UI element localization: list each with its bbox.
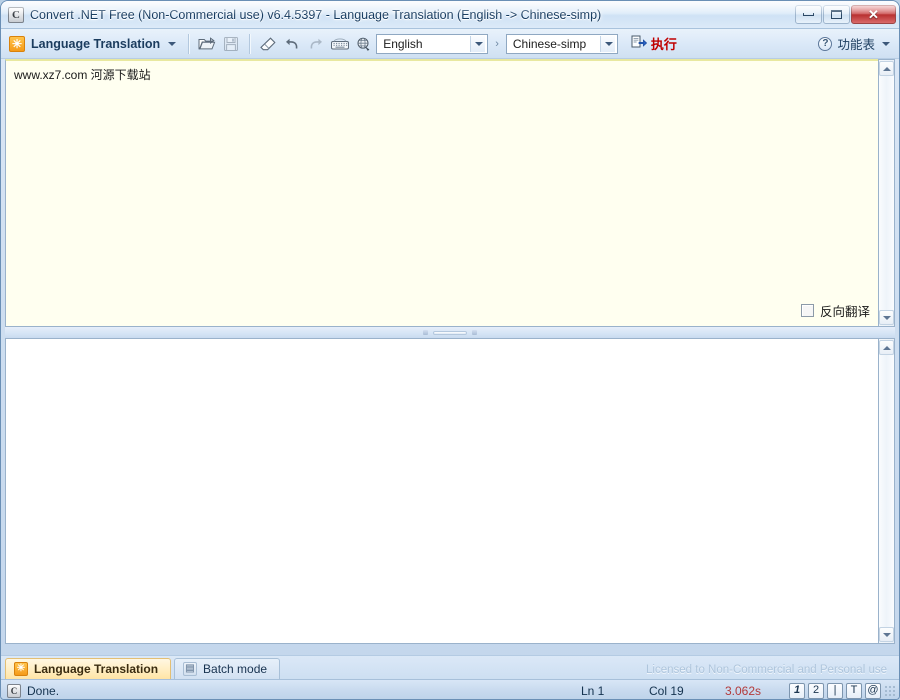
reverse-translate-label: 反向翻译	[819, 305, 870, 319]
tab-label: Language Translation	[34, 662, 159, 676]
chevron-down-icon	[882, 41, 890, 46]
tab-batch-mode[interactable]: ▤ Batch mode	[174, 658, 281, 679]
execute-icon	[631, 34, 647, 54]
source-vertical-scrollbar[interactable]	[878, 59, 895, 327]
splitter-grip-dot	[472, 330, 477, 335]
source-pane: www.xz7.com 河源下载站 反向翻译	[5, 59, 895, 327]
status-bar: C Done. Ln 1 Col 19 3.062s 1 2 | T @	[1, 679, 899, 699]
open-file-icon[interactable]	[195, 33, 219, 55]
title-bar[interactable]: C Convert .NET Free (Non-Commercial use)…	[1, 1, 899, 29]
license-text: Licensed to Non-Commercial and Personal …	[646, 664, 887, 676]
tab-label: Batch mode	[203, 662, 268, 676]
save-file-icon[interactable]	[219, 33, 243, 55]
status-line-indicator: Ln 1	[581, 683, 605, 698]
status-toggle-buttons: 1 2 | T @	[789, 682, 881, 699]
source-editor-text: www.xz7.com 河源下载站	[14, 68, 151, 82]
reverse-translate-row[interactable]: 反向翻译	[800, 301, 870, 320]
chevron-down-icon[interactable]	[599, 35, 615, 52]
splitter-grip-dot	[423, 330, 428, 335]
pane-splitter[interactable]	[5, 327, 895, 338]
scroll-down-icon[interactable]	[879, 310, 894, 325]
chevron-down-icon[interactable]	[470, 35, 486, 52]
source-language-select[interactable]: English	[376, 33, 489, 54]
source-editor[interactable]: www.xz7.com 河源下载站 反向翻译	[5, 59, 878, 327]
status-button-1[interactable]: 1	[789, 682, 805, 699]
redo-icon[interactable]	[304, 33, 328, 55]
source-language-value: English	[383, 36, 423, 51]
status-column-indicator: Col 19	[649, 683, 684, 698]
toolbar: ✳ Language Translation English › Chinese…	[1, 29, 899, 59]
module-label: Language Translation	[31, 36, 161, 51]
editor-panes: www.xz7.com 河源下载站 反向翻译	[1, 59, 899, 655]
window-controls: ✕	[794, 5, 896, 24]
resize-grip-icon[interactable]	[884, 685, 896, 697]
status-button-2[interactable]: 2	[808, 682, 824, 699]
module-selector-button[interactable]: ✳ Language Translation	[5, 34, 182, 54]
app-icon: C	[8, 6, 24, 23]
keyboard-icon[interactable]	[328, 33, 352, 55]
application-window: C Convert .NET Free (Non-Commercial use)…	[0, 0, 900, 700]
minimize-button[interactable]	[795, 5, 822, 24]
target-language-value: Chinese-simp	[512, 36, 587, 51]
result-pane	[5, 338, 895, 644]
status-button-at[interactable]: @	[865, 682, 881, 699]
scroll-up-icon[interactable]	[879, 61, 894, 76]
execute-button[interactable]: 执行	[626, 33, 682, 55]
module-icon: ✳	[9, 35, 25, 52]
status-message: Done.	[27, 683, 60, 698]
chevron-down-icon	[168, 41, 177, 46]
window-title: Convert .NET Free (Non-Commercial use) v…	[30, 7, 602, 22]
undo-icon[interactable]	[280, 33, 304, 55]
bottom-tab-strip: ✳ Language Translation ▤ Batch mode Lice…	[1, 655, 899, 679]
execute-label: 执行	[650, 37, 677, 52]
splitter-grip-bar	[433, 330, 467, 335]
tab-language-translation[interactable]: ✳ Language Translation	[5, 658, 172, 679]
direction-arrow-icon: ›	[495, 37, 499, 50]
status-button-pipe[interactable]: |	[827, 682, 843, 699]
scrollbar-track[interactable]	[879, 355, 894, 627]
web-globe-icon[interactable]	[352, 33, 376, 55]
toolbar-separator	[188, 33, 190, 54]
module-icon: ✳	[14, 662, 28, 676]
batch-icon: ▤	[183, 662, 198, 676]
status-button-text[interactable]: T	[846, 682, 862, 699]
scroll-up-icon[interactable]	[879, 340, 894, 355]
result-vertical-scrollbar[interactable]	[878, 338, 895, 644]
maximize-icon	[831, 10, 842, 19]
minimize-icon	[803, 13, 814, 16]
function-menu-button[interactable]: ? 功能表	[813, 32, 895, 55]
eraser-icon[interactable]	[256, 33, 280, 55]
result-editor[interactable]	[5, 338, 878, 644]
function-menu-label: 功能表	[837, 38, 875, 52]
scroll-down-icon[interactable]	[879, 627, 894, 642]
target-language-select[interactable]: Chinese-simp	[505, 33, 618, 54]
status-app-icon: C	[7, 683, 21, 698]
help-icon: ?	[818, 36, 833, 51]
reverse-translate-checkbox[interactable]	[800, 304, 814, 317]
close-button[interactable]: ✕	[851, 5, 896, 24]
scrollbar-track[interactable]	[879, 76, 894, 310]
status-elapsed-time: 3.062s	[725, 683, 762, 698]
maximize-button[interactable]	[823, 5, 850, 24]
toolbar-separator	[249, 33, 251, 54]
